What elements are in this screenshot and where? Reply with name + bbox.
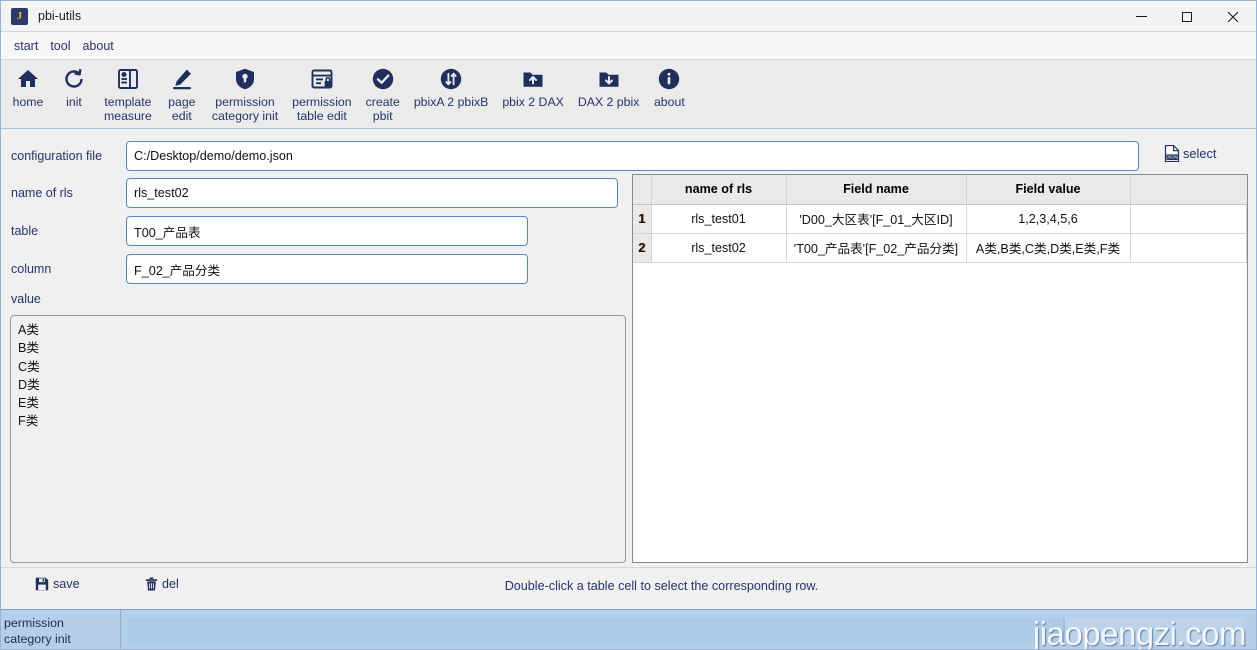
table-cell-field-name[interactable]: 'D00_大区表'[F_01_大区ID] — [786, 204, 967, 234]
toolbar-button-dax-2-pbix[interactable]: DAX 2 pbix — [571, 60, 647, 126]
table-cell-filler — [1130, 233, 1247, 263]
template-icon — [113, 64, 143, 94]
toolbar-button-pbixa-2-pbixb[interactable]: pbixA 2 pbixB — [407, 60, 496, 126]
folder-up-icon — [518, 64, 548, 94]
table-header-filler — [1130, 175, 1247, 205]
toolbar-label-permission-table-edit: permission table edit — [292, 95, 352, 123]
table-header-field-name: Field name — [786, 175, 967, 205]
table-row-index: 2 — [633, 233, 652, 263]
toolbar: home init template measure page edit per… — [1, 60, 1256, 129]
configuration-file-input[interactable] — [126, 141, 1139, 171]
application-window: J pbi-utils start tool about home init t… — [0, 0, 1257, 650]
rls-table-panel[interactable]: name of rls Field name Field value 1 rls… — [632, 174, 1248, 563]
toolbar-button-permission-category-init[interactable]: permission category init — [205, 60, 285, 126]
table-cell-field-value[interactable]: 1,2,3,4,5,6 — [966, 204, 1131, 234]
check-circle-icon — [368, 64, 398, 94]
select-button-label: select — [1183, 146, 1217, 161]
info-icon — [654, 64, 684, 94]
configuration-file-row: configuration file — [1, 138, 1256, 174]
toolbar-button-about[interactable]: about — [646, 60, 692, 126]
minimize-icon — [1135, 16, 1147, 17]
table-header-index — [633, 175, 652, 205]
menu-bar: start tool about — [1, 32, 1256, 60]
close-icon — [1227, 11, 1239, 22]
menu-item-start[interactable]: start — [8, 37, 44, 55]
name-of-rls-label: name of rls — [11, 186, 73, 200]
transfer-icon — [436, 64, 466, 94]
window-title: pbi-utils — [38, 9, 82, 23]
table-row-index: 1 — [633, 204, 652, 234]
menu-item-tool[interactable]: tool — [44, 37, 76, 55]
configuration-file-label: configuration file — [11, 149, 103, 163]
toolbar-label-about: about — [653, 95, 685, 109]
progress-bar-wrapper: jiaopengzi.com — [121, 610, 1256, 649]
table-label: table — [11, 224, 39, 238]
toolbar-button-template-measure[interactable]: template measure — [97, 60, 159, 126]
table-cell-filler — [1130, 204, 1247, 234]
app-icon: J — [11, 7, 28, 25]
status-bar-label: permission category init — [1, 610, 121, 649]
toolbar-label-dax-2-pbix: DAX 2 pbix — [577, 95, 640, 109]
window-controls — [1118, 1, 1256, 32]
toolbar-button-create-pbit[interactable]: create pbit — [359, 60, 407, 126]
hint-text: Double-click a table cell to select the … — [504, 579, 819, 593]
title-bar: J pbi-utils — [1, 1, 1256, 32]
table-cell-name-of-rls[interactable]: rls_test02 — [651, 233, 787, 263]
table-cell-field-name[interactable]: 'T00_产品表'[F_02_产品分类] — [786, 233, 967, 263]
menu-item-about[interactable]: about — [76, 37, 119, 55]
shield-icon — [230, 64, 260, 94]
column-label: column — [11, 262, 52, 276]
table-row[interactable]: 1 rls_test01 'D00_大区表'[F_01_大区ID] 1,2,3,… — [633, 204, 1247, 234]
toolbar-label-pbixa-2-pbixb: pbixA 2 pbixB — [413, 95, 489, 109]
maximize-button[interactable] — [1164, 1, 1210, 32]
folder-down-icon — [594, 64, 624, 94]
svg-text:JSON: JSON — [1167, 155, 1178, 160]
home-icon — [13, 64, 43, 94]
toolbar-button-pbix-2-dax[interactable]: pbix 2 DAX — [495, 60, 571, 126]
toolbar-label-permission-category-init: permission category init — [211, 95, 279, 123]
toolbar-label-template-measure: template measure — [104, 95, 152, 123]
toolbar-button-permission-table-edit[interactable]: permission table edit — [285, 60, 358, 126]
select-button[interactable]: JSON select — [1164, 145, 1216, 162]
table-header-field-value: Field value — [966, 175, 1131, 205]
value-textarea[interactable] — [10, 315, 626, 563]
toolbar-button-home[interactable]: home — [5, 60, 51, 126]
table-header-row: name of rls Field name Field value — [633, 175, 1247, 205]
table-cell-name-of-rls[interactable]: rls_test01 — [651, 204, 787, 234]
table-cell-field-value[interactable]: A类,B类,C类,D类,E类,F类 — [966, 233, 1131, 263]
column-row: column — [1, 253, 528, 285]
table-row[interactable]: 2 rls_test02 'T00_产品表'[F_02_产品分类] A类,B类,… — [633, 233, 1247, 263]
json-file-icon: JSON — [1164, 145, 1180, 162]
status-bar: permission category init jiaopengzi.com — [1, 609, 1256, 649]
value-label: value — [11, 292, 41, 306]
name-of-rls-row: name of rls — [1, 177, 618, 209]
action-bar: save del Double-click a table cell to se… — [1, 567, 1256, 609]
maximize-icon — [1182, 11, 1192, 22]
toolbar-label-page-edit: page edit — [168, 95, 196, 123]
refresh-icon — [59, 64, 89, 94]
column-input[interactable] — [126, 254, 528, 284]
progress-bar — [128, 618, 1244, 643]
toolbar-button-page-edit[interactable]: page edit — [159, 60, 205, 126]
rls-table: name of rls Field name Field value 1 rls… — [633, 175, 1247, 263]
table-input[interactable] — [126, 216, 528, 246]
toolbar-button-init[interactable]: init — [51, 60, 97, 126]
table-header-name-of-rls: name of rls — [651, 175, 787, 205]
table-row: table — [1, 215, 528, 247]
table-lock-icon — [307, 64, 337, 94]
progress-bar-fill — [128, 618, 1066, 643]
toolbar-label-create-pbit: create pbit — [365, 95, 400, 123]
close-button[interactable] — [1210, 1, 1256, 32]
toolbar-label-home: home — [12, 95, 44, 109]
toolbar-label-init: init — [66, 95, 82, 109]
minimize-button[interactable] — [1118, 1, 1164, 32]
name-of-rls-input[interactable] — [126, 178, 618, 208]
toolbar-label-pbix-2-dax: pbix 2 DAX — [502, 95, 564, 109]
pencil-icon — [167, 64, 197, 94]
